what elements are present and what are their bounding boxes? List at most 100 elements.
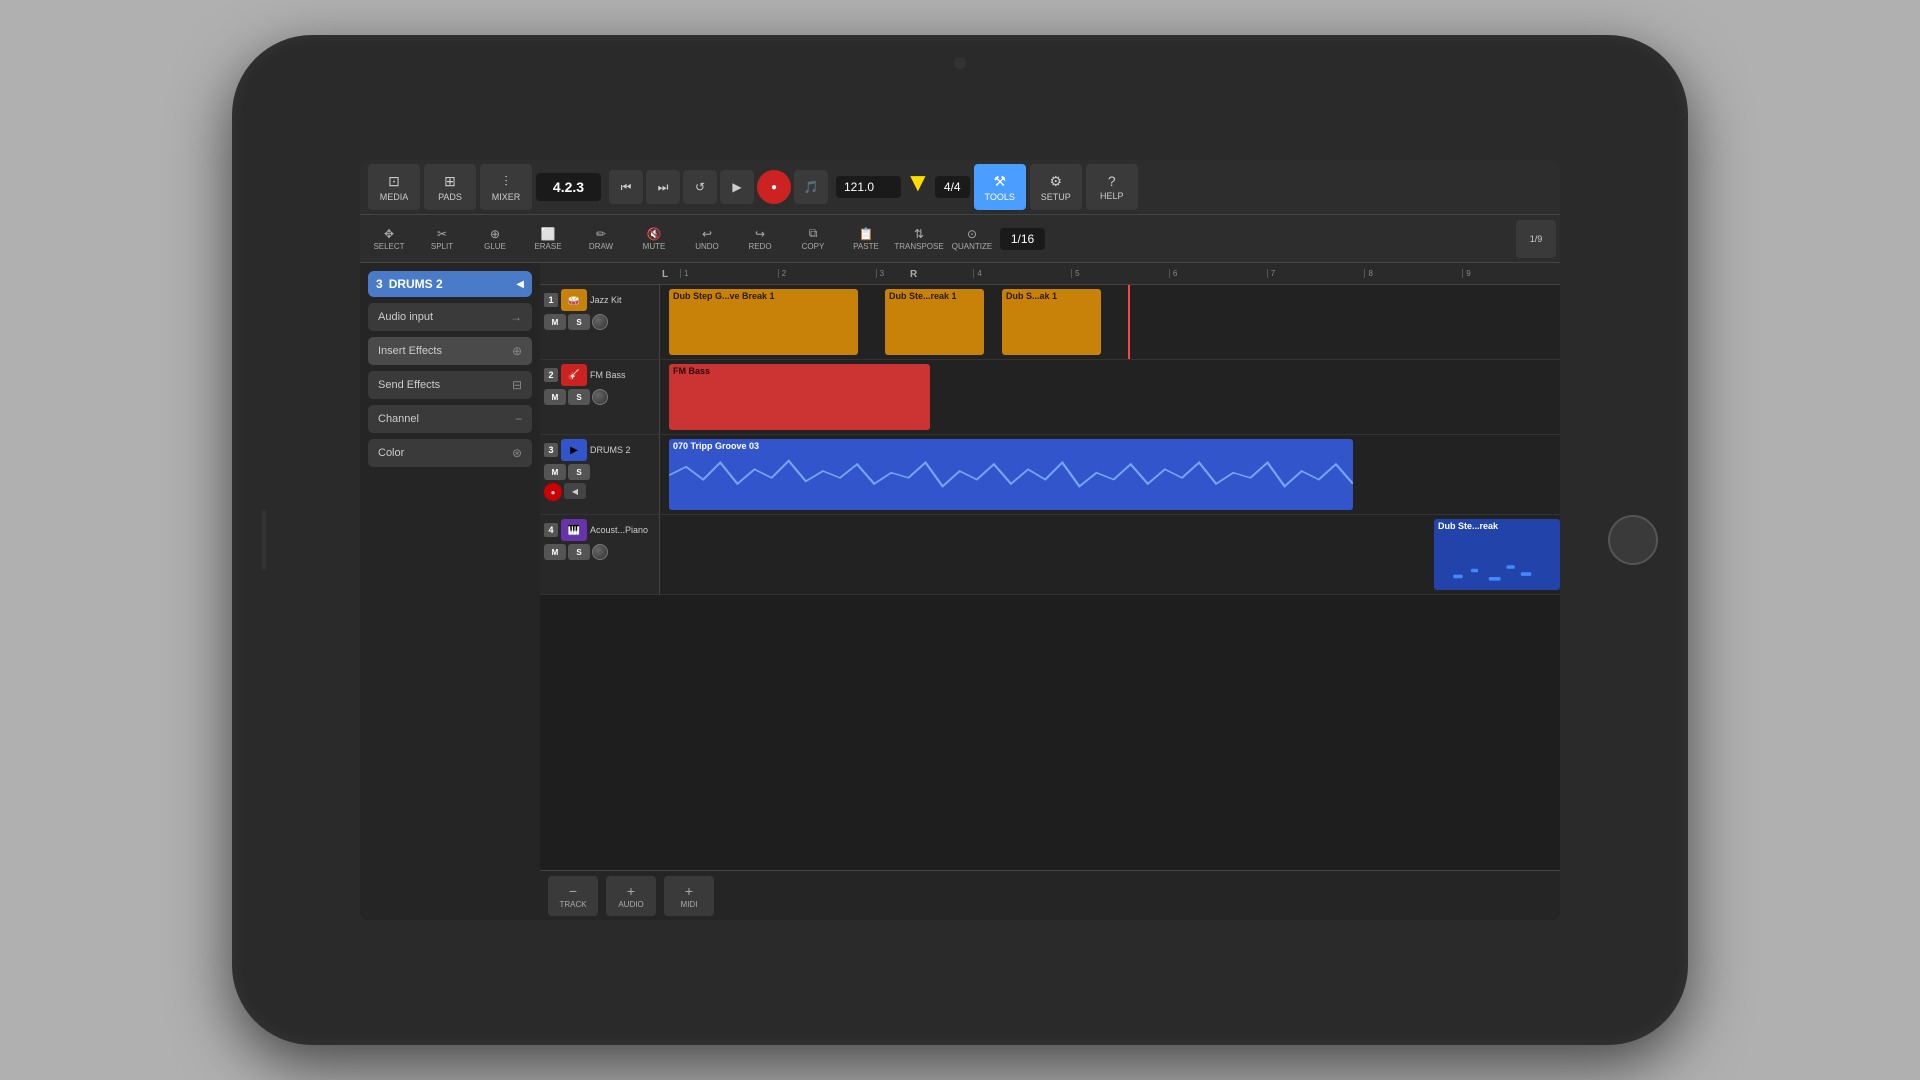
quantize-button[interactable]: ⊙ QUANTIZE	[947, 219, 997, 259]
solo-btn-2[interactable]: S	[568, 389, 590, 405]
track-instrument-1[interactable]: 🥁	[561, 289, 587, 311]
mixer-button[interactable]: ⫶ MIXER	[480, 164, 532, 210]
solo-btn-4[interactable]: S	[568, 544, 590, 560]
mute-label: MUTE	[643, 242, 666, 251]
audio-input-label: Audio input	[378, 311, 504, 323]
split-icon: ✂	[437, 227, 447, 241]
plus-midi-icon: +	[685, 883, 693, 899]
insert-effects-label: Insert Effects	[378, 345, 506, 357]
audio-input-item[interactable]: Audio input →	[368, 303, 532, 331]
audio-input-arrow-icon: →	[510, 310, 522, 324]
pads-button[interactable]: ⊞ PADS	[424, 164, 476, 210]
erase-button[interactable]: ⬜ ERASE	[523, 219, 573, 259]
monitor-btn-3[interactable]: ◀	[564, 483, 586, 499]
mute-btn-1[interactable]: M	[544, 314, 566, 330]
home-button[interactable]	[1608, 515, 1658, 565]
quantize-icon: ⊙	[967, 227, 977, 241]
mute-btn-3[interactable]: M	[544, 464, 566, 480]
undo-icon: ↩	[702, 227, 712, 241]
send-effects-item[interactable]: Send Effects ⊟	[368, 371, 532, 399]
draw-button[interactable]: ✏ DRAW	[576, 219, 626, 259]
camera	[954, 57, 966, 69]
glue-button[interactable]: ⊕ GLUE	[470, 219, 520, 259]
toolbar-second: ✥ SELECT ✂ SPLIT ⊕ GLUE ⬜ ERASE ✏ DRAW 🔇	[360, 215, 1560, 263]
track-row-3: 3 ▶ DRUMS 2 M S ● ◀	[540, 435, 1560, 515]
fast-forward-button[interactable]: ⏭	[646, 170, 680, 204]
track-row-2: 2 🎸 FM Bass M S	[540, 360, 1560, 435]
track-name-4: Acoust...Piano	[590, 525, 655, 535]
metronome-button[interactable]: 🎵	[794, 170, 828, 204]
track-clips-2: FM Bass	[660, 360, 1560, 434]
track-clips-1: Dub Step G...ve Break 1 Dub Ste...reak 1…	[660, 285, 1560, 359]
rewind-button[interactable]: ⏮	[609, 170, 643, 204]
time-sig-display[interactable]: 4/4	[935, 176, 970, 198]
track-num-1: 1	[544, 293, 558, 307]
color-icon: ⊛	[512, 446, 522, 460]
media-button[interactable]: ⊡ MEDIA	[368, 164, 420, 210]
media-icon: ⊡	[388, 173, 400, 190]
split-button[interactable]: ✂ SPLIT	[417, 219, 467, 259]
select-button[interactable]: ✥ SELECT	[364, 219, 414, 259]
help-button[interactable]: ? HELP	[1086, 164, 1138, 210]
tablet-frame: ⊡ MEDIA ⊞ PADS ⫶ MIXER 4.2.3 ⏮ ⏭ ↺ ▶ ● 🎵…	[232, 35, 1688, 1045]
tools-button[interactable]: ⚒ TOOLS	[974, 164, 1026, 210]
selected-track-header[interactable]: 3 DRUMS 2 ◀	[368, 271, 532, 297]
track-instrument-3[interactable]: ▶	[561, 439, 587, 461]
transpose-button[interactable]: ⇅ TRANSPOSE	[894, 219, 944, 259]
clip-1-1[interactable]: Dub Step G...ve Break 1	[669, 289, 858, 355]
knob-1[interactable]	[592, 314, 608, 330]
track-name-1: Jazz Kit	[590, 295, 655, 305]
toolbar-top: ⊡ MEDIA ⊞ PADS ⫶ MIXER 4.2.3 ⏮ ⏭ ↺ ▶ ● 🎵…	[360, 160, 1560, 215]
clip-2-1[interactable]: FM Bass	[669, 364, 930, 430]
knob-4[interactable]	[592, 544, 608, 560]
copy-button[interactable]: ⧉ COPY	[788, 219, 838, 259]
clip-3-1[interactable]: 070 Tripp Groove 03	[669, 439, 1353, 510]
record-button[interactable]: ●	[757, 170, 791, 204]
track-instrument-4[interactable]: 🎹	[561, 519, 587, 541]
color-item[interactable]: Color ⊛	[368, 439, 532, 467]
mute-btn-2[interactable]: M	[544, 389, 566, 405]
track-controls-2: 2 🎸 FM Bass M S	[540, 360, 660, 434]
clip-1-3-label: Dub S...ak 1	[1006, 291, 1057, 301]
volume-button	[262, 510, 266, 570]
redo-button[interactable]: ↪ REDO	[735, 219, 785, 259]
position-display[interactable]: 4.2.3	[536, 173, 601, 201]
tools-icon: ⚒	[993, 173, 1006, 190]
undo-button[interactable]: ↩ UNDO	[682, 219, 732, 259]
play-button[interactable]: ▶	[720, 170, 754, 204]
split-label: SPLIT	[431, 242, 453, 251]
glue-label: GLUE	[484, 242, 506, 251]
ruler-mark-5: 5	[1071, 269, 1169, 278]
knob-2[interactable]	[592, 389, 608, 405]
clip-1-3[interactable]: Dub S...ak 1	[1002, 289, 1101, 355]
record-arm-btn-3[interactable]: ●	[544, 483, 562, 501]
setup-label: SETUP	[1041, 192, 1071, 202]
clip-1-2[interactable]: Dub Ste...reak 1	[885, 289, 984, 355]
clip-4-1[interactable]: Dub Ste...reak	[1434, 519, 1560, 590]
channel-item[interactable]: Channel −	[368, 405, 532, 433]
setup-button[interactable]: ⚙ SETUP	[1030, 164, 1082, 210]
solo-btn-3[interactable]: S	[568, 464, 590, 480]
mixer-label: MIXER	[492, 192, 521, 202]
add-track-button[interactable]: − TRACK	[548, 876, 598, 916]
track-instrument-2[interactable]: 🎸	[561, 364, 587, 386]
mute-btn-4[interactable]: M	[544, 544, 566, 560]
timeline-ruler: L R 1 2 3 4 5 6 7 8 9	[540, 263, 1560, 285]
erase-icon: ⬜	[541, 227, 556, 241]
solo-btn-1[interactable]: S	[568, 314, 590, 330]
mute-button[interactable]: 🔇 MUTE	[629, 219, 679, 259]
loop-button[interactable]: ↺	[683, 170, 717, 204]
arrow-indicator: ▼	[905, 167, 931, 198]
grid-button[interactable]: 1/9	[1516, 220, 1556, 258]
insert-effects-item[interactable]: Insert Effects ⊕	[368, 337, 532, 365]
pads-label: PADS	[438, 192, 462, 202]
copy-icon: ⧉	[809, 226, 818, 241]
quantize-value-display[interactable]: 1/16	[1000, 228, 1045, 250]
fold-button[interactable]: ◀	[516, 279, 524, 290]
add-audio-button[interactable]: + AUDIO	[606, 876, 656, 916]
undo-label: UNDO	[695, 242, 719, 251]
clip-1-1-label: Dub Step G...ve Break 1	[673, 291, 775, 301]
bpm-display[interactable]: 121.0	[836, 176, 901, 198]
add-midi-button[interactable]: + MIDI	[664, 876, 714, 916]
paste-button[interactable]: 📋 PASTE	[841, 219, 891, 259]
